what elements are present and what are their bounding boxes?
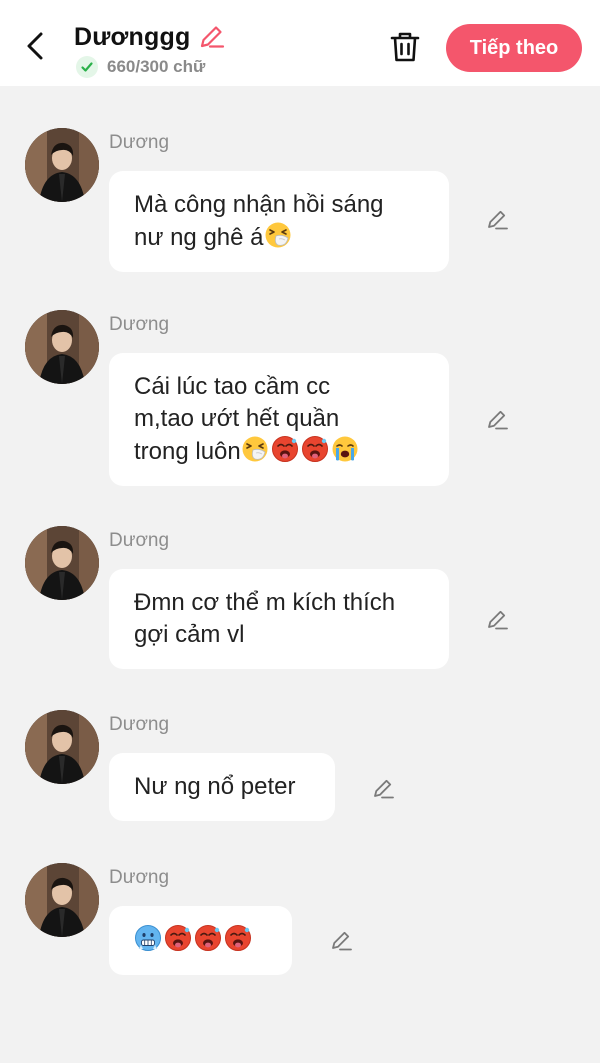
hot-face-emoji-icon [224,924,252,952]
avatar[interactable] [25,310,99,384]
avatar[interactable] [25,128,99,202]
next-button[interactable]: Tiếp theo [446,24,582,72]
page-title: Dươnggg [74,22,191,51]
message-text-line: Đmn cơ thể m kích thích [134,587,423,619]
message-text: trong luôn [134,438,241,465]
edit-message-button[interactable] [368,774,398,804]
message-text: m,tao ướt hết quần [134,405,340,432]
message-text: Nư ng nổ peter [134,773,296,800]
chevron-left-icon [27,32,43,60]
message-text: Cái lúc tao cầm cc [134,373,331,400]
hot-face-emoji-icon [271,435,299,463]
crying-face-emoji-icon [331,435,359,463]
message-text-line: trong luôn [134,435,423,468]
pencil-icon [374,779,394,799]
char-count: 660/300 chữ [107,57,206,76]
message-text-line: Nư ng nổ peter [134,771,309,803]
top-bar: Dươnggg 660/300 chữ Tiếp theo [0,0,600,86]
message-bubble[interactable]: Cái lúc tao cầm cc m,tao ướt hết quần tron… [109,353,449,486]
sender-name: Dương [109,867,170,888]
pencil-icon [332,931,352,951]
message-bubble[interactable]: Nư ng nổ peter [109,753,335,821]
pencil-icon [488,410,508,430]
delete-button[interactable] [386,28,424,66]
message-text-line: m,tao ướt hết quần [134,403,423,435]
message-text: Mà công nhận hồi sáng [134,191,384,218]
edit-title-button[interactable] [196,22,226,52]
cold-face-emoji-icon [134,924,162,952]
sender-name: Dương [109,132,170,153]
message-item: Dương [0,863,600,1063]
message-text: nư ng ghê á [134,224,264,251]
message-text-line: Mà công nhận hồi sáng [134,189,423,221]
hot-face-emoji-icon [301,435,329,463]
message-text-line: gợi cảm vl [134,619,423,651]
message-text: gợi cảm vl [134,621,245,648]
edit-message-button[interactable] [482,605,512,635]
trash-icon [390,32,420,62]
pencil-icon [201,26,225,48]
sneezing-face-emoji-icon [264,221,292,249]
avatar[interactable] [25,710,99,784]
check-icon [76,56,98,78]
sender-name: Dương [109,314,170,335]
message-bubble[interactable] [109,906,292,975]
char-count-row: 660/300 chữ [76,56,205,78]
avatar[interactable] [25,526,99,600]
message-text-line: Cái lúc tao cầm cc [134,371,423,403]
message-text-line [134,924,266,957]
pencil-icon [488,610,508,630]
edit-message-button[interactable] [482,405,512,435]
edit-message-button[interactable] [326,926,356,956]
message-item: Dương Cái lúc tao cầm cc m,tao ướt hết quầ… [0,310,600,510]
edit-message-button[interactable] [482,205,512,235]
pencil-icon [488,210,508,230]
message-bubble[interactable]: Mà công nhận hồi sáng nư ng ghê á [109,171,449,272]
sneezing-face-emoji-icon [241,435,269,463]
back-button[interactable] [18,28,54,64]
sender-name: Dương [109,714,170,735]
message-item: Dương Mà công nhận hồi sáng nư ng ghê á [0,128,600,328]
hot-face-emoji-icon [194,924,222,952]
sender-name: Dương [109,530,170,551]
title-row: Dươnggg [74,20,226,54]
message-text: Đmn cơ thể m kích thích [134,589,396,616]
message-item: Dương Đmn cơ thể m kích thích gợi cảm vl [0,526,600,726]
avatar[interactable] [25,863,99,937]
hot-face-emoji-icon [164,924,192,952]
message-bubble[interactable]: Đmn cơ thể m kích thích gợi cảm vl [109,569,449,669]
message-text-line: nư ng ghê á [134,221,423,254]
